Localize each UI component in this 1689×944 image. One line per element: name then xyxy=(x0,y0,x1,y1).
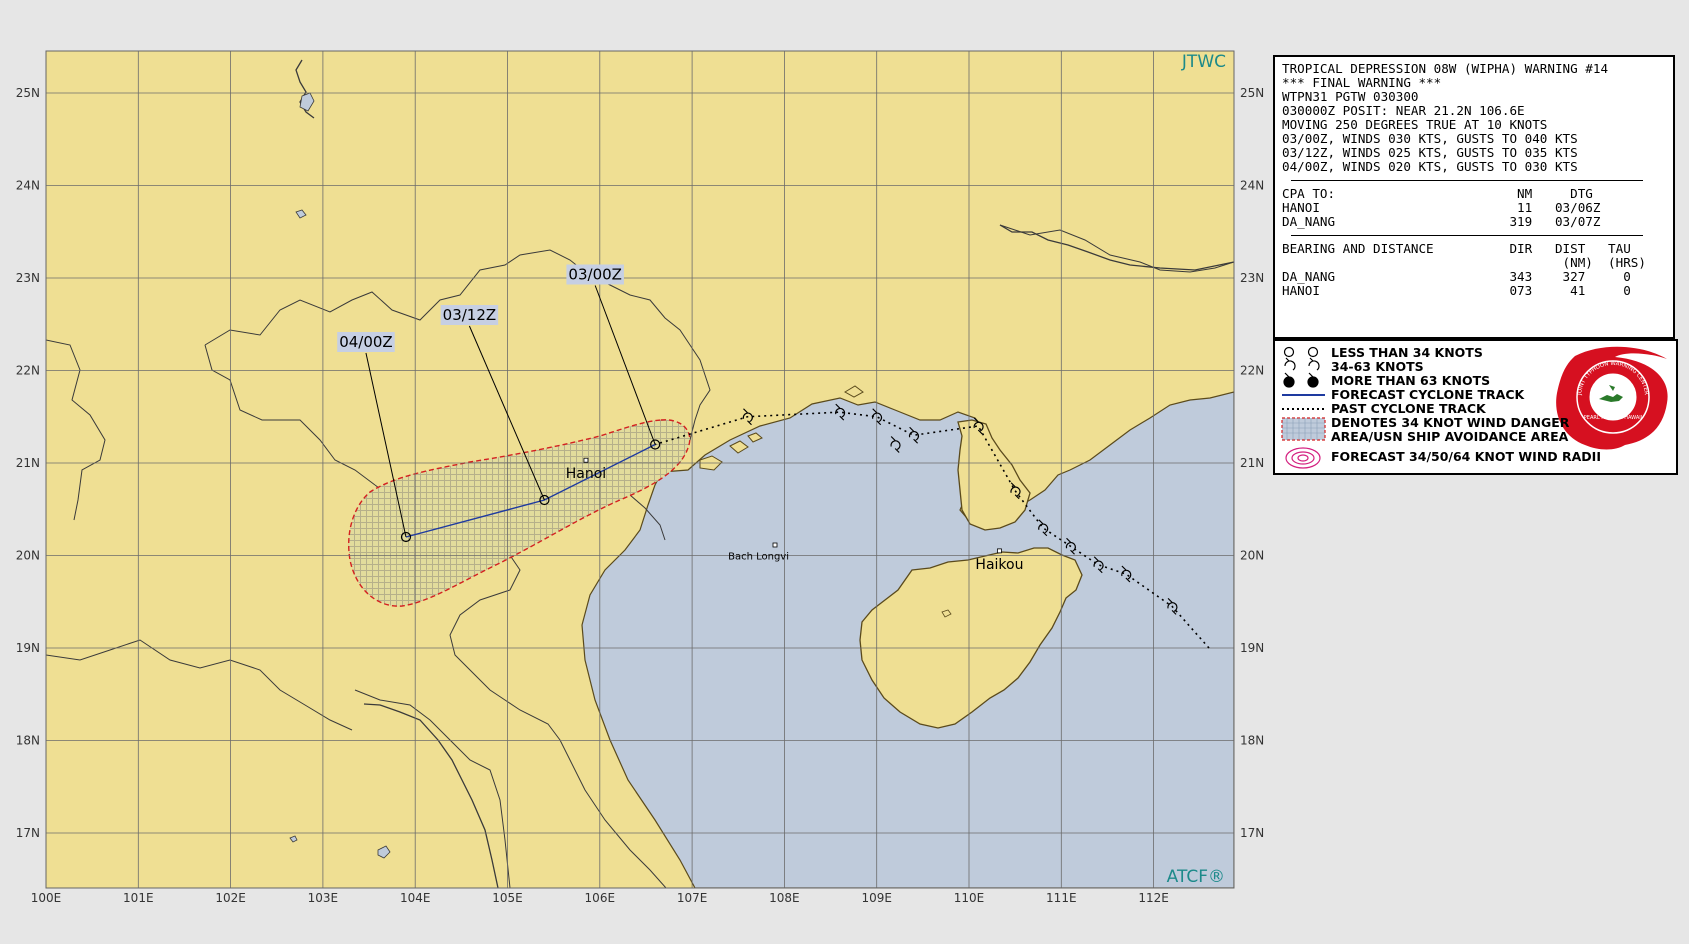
lon-tick-label: 104E xyxy=(400,891,431,905)
more-than-63-knots-icon xyxy=(1283,372,1319,388)
info-text-line: DA_NANG 319 03/07Z xyxy=(1282,214,1601,229)
lon-tick-label: 103E xyxy=(308,891,339,905)
agency-label: JTWC xyxy=(1181,52,1226,72)
lon-tick-label: 109E xyxy=(861,891,892,905)
less-than-34-knots-icon xyxy=(1283,346,1319,358)
info-text-line: TROPICAL DEPRESSION 08W (WIPHA) WARNING … xyxy=(1282,61,1609,76)
lon-tick-label: 107E xyxy=(677,891,708,905)
seal-subtext: PEARL HARBOR HAWAII xyxy=(1584,415,1642,421)
forecast-time-label: 03/12Z xyxy=(443,306,497,324)
divider xyxy=(1291,180,1643,181)
bach-longvi-island xyxy=(772,542,778,548)
lat-tick-label-left: 23N xyxy=(16,271,40,285)
forecast-time-label: 03/00Z xyxy=(568,266,622,284)
info-text-line: WTPN31 PGTW 030300 xyxy=(1282,89,1419,104)
info-text-line: 03/12Z, WINDS 025 KTS, GUSTS TO 035 KTS xyxy=(1282,145,1578,160)
lon-tick-label: 101E xyxy=(123,891,154,905)
warning-info-panel: TROPICAL DEPRESSION 08W (WIPHA) WARNING … xyxy=(1273,55,1675,339)
lat-tick-label-right: 22N xyxy=(1240,364,1264,378)
lat-tick-label-left: 20N xyxy=(16,549,40,563)
lat-tick-label-right: 21N xyxy=(1240,456,1264,470)
lon-tick-label: 105E xyxy=(492,891,523,905)
legend-wind-radii: FORECAST 34/50/64 KNOT WIND RADII xyxy=(1331,449,1601,464)
legend-past-track: PAST CYCLONE TRACK xyxy=(1331,401,1486,416)
jtwc-seal-logo: PEARL HARBOR HAWAII JOINT TYPHOON WARNIN… xyxy=(1556,346,1668,450)
lat-tick-label-right: 24N xyxy=(1240,179,1264,193)
lat-tick-label-right: 23N xyxy=(1240,271,1264,285)
lon-tick-label: 106E xyxy=(585,891,616,905)
lon-tick-label: 100E xyxy=(31,891,62,905)
lon-tick-label: 112E xyxy=(1138,891,1169,905)
info-text-line: 03/00Z, WINDS 030 KTS, GUSTS TO 040 KTS xyxy=(1282,131,1578,146)
lat-tick-label-right: 18N xyxy=(1240,734,1264,748)
city-label: Hanoi xyxy=(566,466,606,482)
lat-tick-label-right: 20N xyxy=(1240,549,1264,563)
lat-tick-label-left: 21N xyxy=(16,456,40,470)
lat-tick-label-left: 17N xyxy=(16,826,40,840)
lat-tick-label-left: 18N xyxy=(16,734,40,748)
city-marker-icon xyxy=(997,548,1002,554)
wind-radii-icon xyxy=(1285,447,1321,469)
divider xyxy=(1291,235,1643,236)
lat-tick-label-right: 17N xyxy=(1240,826,1264,840)
danger-area-swatch-icon xyxy=(1281,417,1326,441)
legend-danger-area-1: DENOTES 34 KNOT WIND DANGER xyxy=(1331,415,1570,430)
info-text-line: 04/00Z, WINDS 020 KTS, GUSTS TO 030 KTS xyxy=(1282,159,1578,174)
lon-tick-label: 111E xyxy=(1046,891,1077,905)
cpa-section: CPA TO: NM DTG HANOI 11 03/06Z DA_NANG 319… xyxy=(1282,187,1673,229)
lon-tick-label: 110E xyxy=(954,891,985,905)
legend-danger-area-2: AREA/USN SHIP AVOIDANCE AREA xyxy=(1331,429,1569,444)
info-text-line: BEARING AND DISTANCE DIR DIST TAU xyxy=(1282,241,1631,256)
bearing-distance-section: BEARING AND DISTANCE DIR DIST TAU (NM) (… xyxy=(1282,242,1673,298)
info-text-line: CPA TO: NM DTG xyxy=(1282,186,1593,201)
lat-tick-label-right: 25N xyxy=(1240,86,1264,100)
info-text-line: (NM) (HRS) xyxy=(1282,255,1646,270)
lat-tick-label-left: 24N xyxy=(16,179,40,193)
legend-more-than-63: MORE THAN 63 KNOTS xyxy=(1331,373,1491,388)
legend-less-than-34: LESS THAN 34 KNOTS xyxy=(1331,345,1483,360)
lat-tick-label-right: 19N xyxy=(1240,641,1264,655)
legend-forecast-track: FORECAST CYCLONE TRACK xyxy=(1331,387,1525,402)
warning-header: TROPICAL DEPRESSION 08W (WIPHA) WARNING … xyxy=(1282,62,1673,174)
info-text-line: HANOI 073 41 0 xyxy=(1282,283,1631,298)
city-label: Bach Longvi xyxy=(728,551,789,562)
legend-panel: PEARL HARBOR HAWAII JOINT TYPHOON WARNIN… xyxy=(1273,339,1678,475)
legend-34-63: 34-63 KNOTS xyxy=(1331,359,1424,374)
city-label: Haikou xyxy=(975,557,1023,573)
lat-tick-label-left: 19N xyxy=(16,641,40,655)
info-text-line: DA_NANG 343 327 0 xyxy=(1282,269,1631,284)
info-text-line: MOVING 250 DEGREES TRUE AT 10 KNOTS xyxy=(1282,117,1548,132)
city-marker-icon xyxy=(583,457,589,463)
info-text-line: 030000Z POSIT: NEAR 21.2N 106.6E xyxy=(1282,103,1525,118)
system-label: ATCF® xyxy=(1167,867,1225,887)
info-text-line: HANOI 11 03/06Z xyxy=(1282,200,1601,215)
lon-tick-label: 102E xyxy=(215,891,246,905)
info-text-line: *** FINAL WARNING *** xyxy=(1282,75,1442,90)
forecast-time-label: 04/00Z xyxy=(339,333,393,351)
lat-tick-label-left: 22N xyxy=(16,364,40,378)
lat-tick-label-left: 25N xyxy=(16,86,40,100)
lon-tick-label: 108E xyxy=(769,891,800,905)
34-63-knots-icon xyxy=(1284,357,1320,371)
